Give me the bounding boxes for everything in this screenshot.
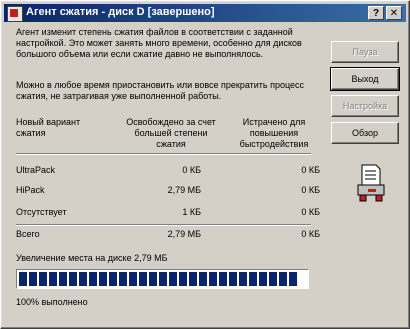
- progress-segment: [69, 272, 77, 286]
- progress-segment: [239, 272, 247, 286]
- overview-button[interactable]: Обзор: [331, 122, 399, 144]
- progress-segment: [269, 272, 277, 286]
- table-row: UltraPack 0 КБ 0 КБ: [16, 165, 320, 179]
- row-name: UltraPack: [16, 165, 56, 175]
- progress-segment: [229, 272, 237, 286]
- status-text: 100% выполнено: [16, 297, 88, 307]
- progress-bar: [16, 269, 309, 289]
- progress-segment: [79, 272, 87, 286]
- row-name: Отсутствует: [16, 207, 67, 217]
- row-spent: 0 КБ: [301, 229, 320, 239]
- table-row: Отсутствует 1 КБ 0 КБ: [16, 207, 320, 221]
- progress-segment: [109, 272, 117, 286]
- progress-segment: [19, 272, 27, 286]
- progress-segment: [49, 272, 57, 286]
- printer-icon: [357, 164, 385, 202]
- progress-segment: [289, 272, 297, 286]
- progress-fill: [19, 272, 306, 286]
- progress-segment: [159, 272, 167, 286]
- progress-segment: [39, 272, 47, 286]
- progress-segment: [129, 272, 137, 286]
- row-freed: 1 КБ: [182, 207, 201, 217]
- progress-segment: [59, 272, 67, 286]
- exit-button[interactable]: Выход: [330, 67, 400, 91]
- disk-gain-text: Увеличение места на диске 2,79 МБ: [16, 253, 168, 263]
- progress-segment: [99, 272, 107, 286]
- progress-segment: [149, 272, 157, 286]
- row-name: Всего: [16, 229, 40, 239]
- column-header-freed: Освобождено за счет большей степени сжат…: [126, 117, 216, 149]
- progress-segment: [199, 272, 207, 286]
- column-header-method: Новый вариант сжатия: [16, 117, 81, 138]
- compression-agent-window: Агент сжатия - диск D [завершено] ? ✕ Аг…: [0, 0, 410, 329]
- total-separator: [16, 224, 311, 226]
- table-row-total: Всего 2,79 МБ 0 КБ: [16, 229, 320, 243]
- table-row: HiPack 2,79 МБ 0 КБ: [16, 185, 320, 199]
- header-separator: [16, 153, 311, 155]
- row-freed: 2,79 МБ: [167, 185, 201, 195]
- progress-segment: [259, 272, 267, 286]
- intro-text: Агент изменит степень сжатия файлов в со…: [16, 27, 302, 59]
- progress-segment: [279, 272, 287, 286]
- row-freed: 0 КБ: [182, 165, 201, 175]
- close-button[interactable]: ✕: [386, 6, 402, 20]
- progress-segment: [139, 272, 147, 286]
- row-name: HiPack: [16, 185, 45, 195]
- progress-segment: [189, 272, 197, 286]
- row-freed: 2,79 МБ: [167, 229, 201, 239]
- row-spent: 0 КБ: [301, 207, 320, 217]
- progress-segment: [179, 272, 187, 286]
- progress-segment: [219, 272, 227, 286]
- window-title: Агент сжатия - диск D [завершено]: [26, 6, 215, 18]
- progress-segment: [119, 272, 127, 286]
- row-spent: 0 КБ: [301, 165, 320, 175]
- progress-segment: [29, 272, 37, 286]
- progress-segment: [209, 272, 217, 286]
- column-header-spent: Истрачено для повышения быстродействия: [239, 117, 309, 149]
- pause-info-text: Можно в любое время приостановить или во…: [16, 80, 305, 101]
- progress-segment: [169, 272, 177, 286]
- pause-button[interactable]: Пауза: [331, 41, 399, 63]
- title-bar[interactable]: Агент сжатия - диск D [завершено] ? ✕: [4, 4, 406, 22]
- settings-button[interactable]: Настройка: [331, 95, 399, 117]
- help-button[interactable]: ?: [368, 6, 384, 20]
- row-spent: 0 КБ: [301, 185, 320, 195]
- progress-segment: [249, 272, 257, 286]
- progress-segment: [89, 272, 97, 286]
- app-icon[interactable]: [7, 6, 23, 22]
